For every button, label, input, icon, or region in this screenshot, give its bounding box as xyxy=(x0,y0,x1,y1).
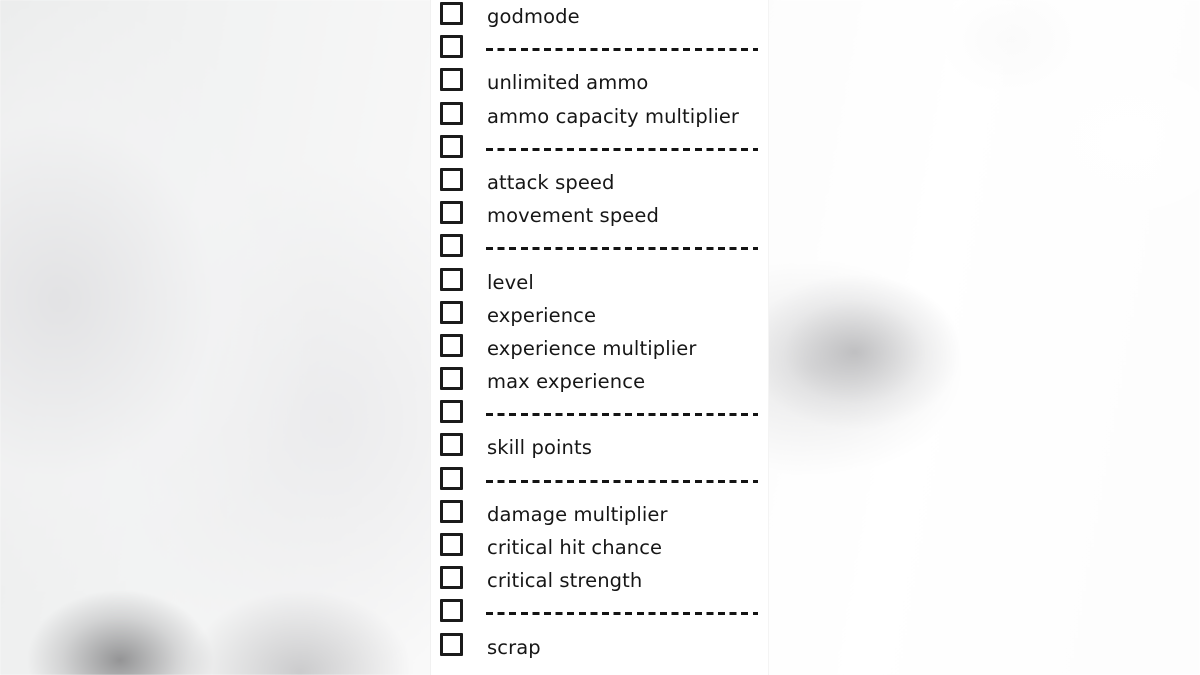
option-row: skill points xyxy=(430,431,769,464)
checkbox-unchecked-icon[interactable] xyxy=(440,167,463,191)
checkbox-unchecked-icon[interactable] xyxy=(440,101,463,125)
checkbox-unchecked-icon[interactable] xyxy=(440,499,463,523)
option-label: damage multiplier xyxy=(487,502,668,526)
option-label: scrap xyxy=(487,635,541,659)
option-label: skill points xyxy=(487,436,592,460)
checkbox-unchecked-icon[interactable] xyxy=(440,267,463,291)
dashed-divider xyxy=(486,147,758,151)
option-label: ammo capacity multiplier xyxy=(487,104,740,128)
option-label: max experience xyxy=(487,370,646,394)
option-row: critical hit chance xyxy=(430,531,769,564)
checkbox-unchecked-icon[interactable] xyxy=(440,201,463,225)
option-row: scrap xyxy=(430,631,769,664)
checkbox-unchecked-icon[interactable] xyxy=(440,35,463,59)
checkbox-unchecked-icon[interactable] xyxy=(440,533,463,556)
dashed-divider xyxy=(486,413,758,417)
cheat-options-panel: godmode unlimited ammo ammo capacity multi… xyxy=(430,0,769,675)
option-label: experience xyxy=(487,303,597,327)
checkbox-unchecked-icon[interactable] xyxy=(440,367,463,391)
checkbox-unchecked-icon[interactable] xyxy=(440,466,463,490)
option-row: experience xyxy=(430,299,769,332)
option-label: attack speed xyxy=(487,170,615,194)
dashed-divider xyxy=(486,247,758,251)
option-row: ammo capacity multiplier xyxy=(430,100,769,133)
option-row: max experience xyxy=(430,365,769,398)
separator-row xyxy=(430,465,769,498)
option-label: movement speed xyxy=(487,204,659,228)
checkbox-unchecked-icon[interactable] xyxy=(440,433,463,457)
checkbox-unchecked-icon[interactable] xyxy=(440,400,463,424)
checkbox-unchecked-icon[interactable] xyxy=(440,234,463,258)
option-row: critical strength xyxy=(430,564,769,597)
option-row: movement speed xyxy=(430,199,769,232)
option-row: damage multiplier xyxy=(430,498,769,531)
option-label: godmode xyxy=(487,5,580,28)
cheat-options-list: godmode unlimited ammo ammo capacity multi… xyxy=(430,0,769,664)
option-row: unlimited ammo xyxy=(430,66,769,99)
separator-row xyxy=(430,597,769,630)
dashed-divider xyxy=(486,479,758,483)
separator-row xyxy=(430,133,769,166)
option-row: godmode xyxy=(430,0,769,33)
checkbox-unchecked-icon[interactable] xyxy=(440,599,463,623)
checkbox-unchecked-icon[interactable] xyxy=(440,632,463,656)
screenshot-root: godmode unlimited ammo ammo capacity multi… xyxy=(0,0,1200,675)
option-label: experience multiplier xyxy=(487,336,697,360)
option-row: attack speed xyxy=(430,166,769,199)
checkbox-unchecked-icon[interactable] xyxy=(440,2,463,25)
separator-row xyxy=(430,33,769,66)
option-row: experience multiplier xyxy=(430,332,769,365)
checkbox-unchecked-icon[interactable] xyxy=(440,134,463,158)
option-label: unlimited ammo xyxy=(487,71,649,95)
dashed-divider xyxy=(486,612,758,616)
option-row: level xyxy=(430,266,769,299)
dashed-divider xyxy=(486,48,758,52)
option-label: level xyxy=(487,270,534,294)
checkbox-unchecked-icon[interactable] xyxy=(440,333,463,357)
separator-row xyxy=(430,398,769,431)
checkbox-unchecked-icon[interactable] xyxy=(440,300,463,324)
checkbox-unchecked-icon[interactable] xyxy=(440,68,463,92)
option-label: critical strength xyxy=(487,569,643,593)
separator-row xyxy=(430,232,769,265)
option-label: critical hit chance xyxy=(487,536,663,559)
checkbox-unchecked-icon[interactable] xyxy=(440,566,463,590)
